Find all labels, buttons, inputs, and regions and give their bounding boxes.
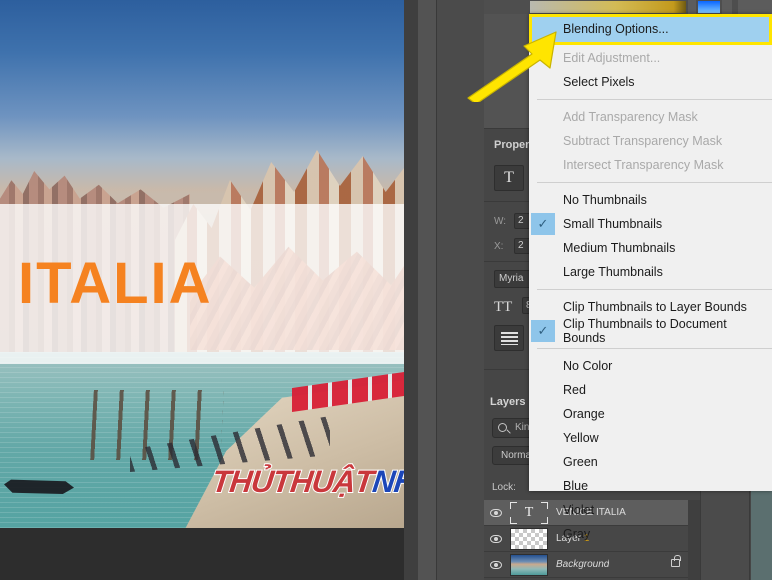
menu-item[interactable]: Orange [529,402,772,426]
menu-item[interactable]: Yellow [529,426,772,450]
watermark-part2: NHANH [370,463,404,500]
menu-item[interactable]: Blue [529,474,772,498]
menu-item-label: Small Thumbnails [563,217,663,231]
menu-item-label: Large Thumbnails [563,265,663,279]
layer-thumbnail-photo[interactable] [510,553,548,576]
menu-item: Add Transparency Mask [529,105,772,129]
font-size-icon: TT [494,299,513,315]
blue-color-swatch[interactable] [698,1,720,13]
menu-item[interactable]: ✓ Small Thumbnails [529,212,772,236]
type-tool-icon[interactable]: T [494,165,524,191]
menu-item-label: Add Transparency Mask [563,110,698,124]
menu-item[interactable]: Green [529,450,772,474]
italia-text-layer[interactable]: ITALIA [18,255,213,313]
menu-item[interactable]: Large Thumbnails [529,260,772,284]
menu-separator [537,348,772,349]
menu-item-label: Green [563,455,598,469]
menu-item-label: No Color [563,359,613,373]
menu-item-label: Blue [563,479,589,493]
menu-item[interactable]: No Color [529,354,772,378]
toolbar-separator-1 [688,0,696,14]
menu-item-label: Gray [563,527,591,541]
panel-icon-rail[interactable] [436,0,484,580]
search-icon [498,423,507,432]
menu-separator [537,182,772,183]
menu-item-label: Red [563,383,586,397]
menu-item[interactable]: No Thumbnails [529,188,772,212]
menu-item: Intersect Transparency Mask [529,153,772,177]
menu-item-label: Violet [563,503,595,517]
menu-item: Subtract Transparency Mask [529,129,772,153]
check-icon: ✓ [531,213,555,235]
eye-icon[interactable] [484,552,508,578]
width-label: W: [494,216,507,227]
workspace-gutter-1 [404,0,418,580]
x-position-label: X: [494,241,504,252]
menu-item: Edit Adjustment... [529,46,772,70]
menu-item[interactable]: Red [529,378,772,402]
menu-item-label: Intersect Transparency Mask [563,158,724,172]
menu-item-label: Medium Thumbnails [563,241,676,255]
menu-item-blending-options[interactable]: Blending Options... [563,22,669,36]
properties-panel-title: Proper [494,139,530,151]
menu-item-label: Orange [563,407,605,421]
gradient-swatch[interactable] [530,1,686,13]
layer-name[interactable]: Background [556,559,609,570]
layers-panel-context-menu[interactable]: Blending Options... Edit Adjustment... Se… [529,14,772,541]
menu-item-label: Clip Thumbnails to Document Bounds [563,317,727,345]
watermark: THỦTHUẬTNHANH [209,463,404,500]
menu-item[interactable]: Violet [529,498,772,522]
menu-item-label: Clip Thumbnails to Layer Bounds [563,300,747,314]
layers-panel-tab[interactable]: Layers [490,396,525,408]
menu-item[interactable]: ✓ Clip Thumbnails to Document Bounds [529,317,772,345]
toolbar-separator-3 [738,0,772,14]
context-menu-body[interactable]: Edit Adjustment... Select Pixels Add Trans… [529,46,772,546]
workspace-gutter-2 [418,0,436,580]
canvas-bottom-strip [0,528,404,580]
eye-icon[interactable] [484,526,508,552]
lock-icon [671,555,681,567]
menu-separator [537,289,772,290]
eye-icon[interactable] [484,500,508,526]
menu-item[interactable]: Clip Thumbnails to Layer Bounds [529,295,772,319]
menu-item-label: Select Pixels [563,75,635,89]
toolbar-separator-2 [722,0,732,14]
lock-label: Lock: [492,482,516,493]
menu-item[interactable]: Medium Thumbnails [529,236,772,260]
menu-separator [537,99,772,100]
menu-item[interactable]: Gray [529,522,772,546]
document-canvas[interactable]: ITALIA THỦTHUẬTNHANH [0,0,404,580]
menu-item-label: Subtract Transparency Mask [563,134,723,148]
menu-item-label: Edit Adjustment... [563,51,661,65]
menu-item-label: No Thumbnails [563,193,647,207]
watermark-part1: THỦTHUẬT [209,463,376,500]
text-align-left-icon[interactable] [494,325,524,351]
dock-top-toolbar [484,0,772,14]
menu-item-label: Yellow [563,431,599,445]
panel-rail-divider [436,0,437,580]
table-row[interactable]: Background [484,552,688,578]
menu-item[interactable]: Select Pixels [529,70,772,94]
check-icon: ✓ [531,320,555,342]
